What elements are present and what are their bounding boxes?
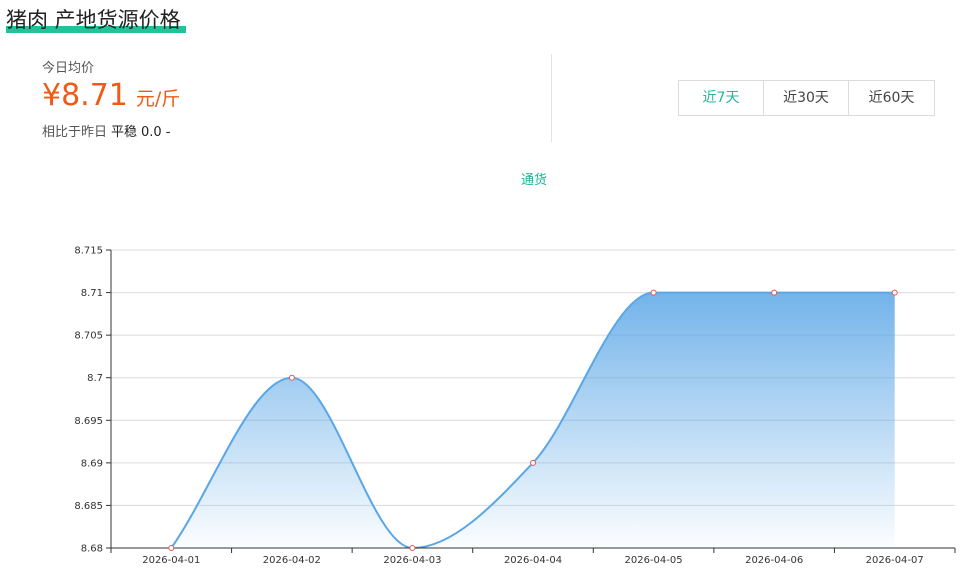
x-tick-label: 2026-04-05	[625, 555, 683, 566]
y-tick-label: 8.715	[74, 246, 103, 257]
y-tick-label: 8.695	[74, 416, 103, 427]
y-tick-label: 8.69	[81, 458, 103, 469]
y-tick-label: 8.7	[87, 373, 103, 384]
data-point	[891, 289, 898, 296]
price-chart: 8.68 8.685 8.69 8.695 8.7 8.705 8.71 8.715 2026-…	[74, 246, 956, 566]
data-point	[168, 545, 175, 551]
x-tick-label: 2026-04-01	[142, 555, 200, 566]
page-title: 猪肉 产地货源价格	[6, 8, 181, 32]
data-point	[288, 374, 295, 381]
y-tick-label: 8.68	[81, 544, 103, 555]
y-tick-label: 8.685	[74, 501, 103, 512]
data-point	[650, 289, 657, 296]
data-point	[409, 545, 416, 551]
y-tick-label: 8.705	[74, 331, 103, 342]
x-tick-label: 2026-04-03	[383, 555, 441, 566]
x-tick-label: 2026-04-07	[866, 555, 924, 566]
x-tick-label: 2026-04-04	[504, 555, 562, 566]
x-tick-label: 2026-04-06	[745, 555, 803, 566]
data-point	[771, 289, 778, 296]
data-point	[530, 459, 536, 466]
x-tick-label: 2026-04-02	[263, 555, 321, 566]
y-tick-label: 8.71	[81, 288, 103, 299]
